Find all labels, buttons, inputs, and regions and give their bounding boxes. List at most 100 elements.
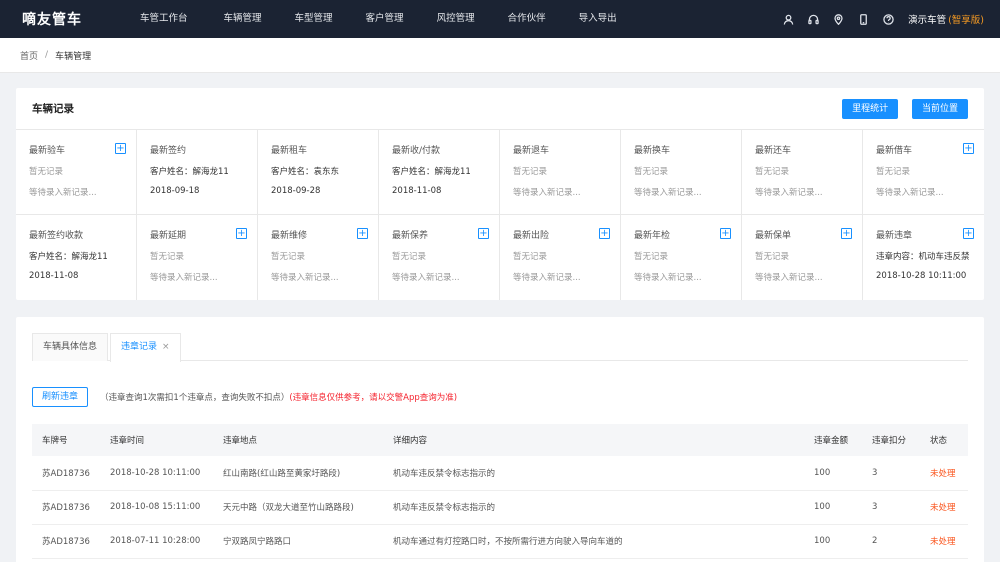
tab-vehicle-info[interactable]: 车辆具体信息 [32, 333, 109, 361]
add-record-icon[interactable]: + [115, 143, 126, 154]
table-cell: 宁双路凤宁路路口 [213, 524, 383, 559]
add-record-icon[interactable]: + [599, 228, 610, 239]
record-cell-title: 最新验车 [29, 146, 66, 156]
table-row[interactable]: 苏AD18736 2018-10-28 10:11:00 红山南路(红山路至黄家圩路… [32, 456, 968, 491]
record-cell-title: 最新换车 [634, 146, 671, 156]
vehicle-records-card: 车辆记录 里程统计 当前位置 最新验车 暂无记录 等待录入新记录... + 最新签约 客户… [16, 88, 984, 300]
record-cell-title: 最新保养 [392, 231, 429, 241]
mileage-stats-button[interactable]: 里程统计 [842, 98, 899, 119]
table-cell: 机动车违反禁令标志指示的 [383, 490, 804, 525]
nav-item-models[interactable]: 车型管理 [295, 0, 349, 38]
record-cell: 最新还车 暂无记录 等待录入新记录... [742, 130, 863, 215]
record-cell-line2: 等待录入新记录... [271, 273, 339, 283]
violation-toolbar: 刷新违章 （违章查询1次需扣1个违章点，查询失败不扣点）(违章信息仅供参考，请以… [32, 387, 968, 407]
record-cell: 最新保单 暂无记录 等待录入新记录... + [742, 215, 863, 300]
table-cell[interactable]: 未处理 [920, 490, 968, 525]
top-navbar: 嘀友管车 车管工作台 车辆管理 车型管理 客户管理 风控管理 合作伙伴 导入导出… [0, 0, 1000, 38]
detail-card: 车辆具体信息 违章记录 × 刷新违章 （违章查询1次需扣1个违章点，查询失败不扣点… [16, 317, 984, 562]
table-cell[interactable]: 未处理 [920, 524, 968, 559]
current-location-button[interactable]: 当前位置 [911, 98, 968, 119]
add-record-icon[interactable]: + [357, 228, 368, 239]
nav-item-import-export[interactable]: 导入导出 [579, 0, 633, 38]
tab-violations[interactable]: 违章记录 × [110, 333, 181, 362]
version-badge: (智享版) [948, 15, 984, 26]
record-cell-title: 最新延期 [150, 231, 187, 241]
add-record-icon[interactable]: + [963, 228, 974, 239]
record-cell-line1: 暂无记录 [755, 167, 790, 177]
nav-item-vehicles[interactable]: 车辆管理 [224, 0, 278, 38]
user-name: 演示车管 [908, 15, 947, 26]
table-cell: 苏AD18736 [32, 456, 100, 491]
record-cell-title: 最新保单 [755, 231, 792, 241]
record-cell: 最新年检暂无记录等待录入新记录... + [621, 215, 742, 300]
record-cell: 最新验车 暂无记录 等待录入新记录... + [16, 130, 137, 215]
add-record-icon[interactable]: + [841, 228, 852, 239]
table-cell: 机动车通过有灯控路口时，不按所需行进方向驶入导向车道的 [383, 524, 804, 559]
mobile-icon[interactable] [857, 13, 869, 25]
table-cell: 苏AD18736 [32, 490, 100, 525]
record-cell-line2: 等待录入新记录... [634, 273, 702, 283]
record-cell-line1: 暂无记录 [513, 252, 548, 262]
record-cell: 最新出险 暂无记录 等待录入新记录... + [500, 215, 621, 300]
help-icon[interactable] [882, 13, 894, 25]
record-cell-title: 最新借车 [876, 146, 913, 156]
col-status: 状态 [930, 436, 948, 446]
breadcrumb-separator: / [45, 50, 49, 60]
records-actions: 里程统计 当前位置 [831, 98, 968, 119]
table-cell: 100 [804, 524, 862, 559]
table-cell: 红山南路(红山路至黄家圩路段) [213, 456, 383, 491]
record-cell-title: 最新违章 [876, 231, 913, 241]
nav-item-partners[interactable]: 合作伙伴 [508, 0, 562, 38]
nav-item-risk[interactable]: 风控管理 [437, 0, 491, 38]
table-cell: 100 [804, 456, 862, 491]
close-icon[interactable]: × [162, 342, 170, 352]
refresh-violations-button[interactable]: 刷新违章 [32, 387, 89, 407]
add-record-icon[interactable]: + [478, 228, 489, 239]
record-cell: 最新违章 违章内容：机动车违反禁 2018-10-28 10:11:00 + [863, 215, 984, 300]
table-row[interactable]: 苏AD18736 2018-07-11 10:28:00 宁双路凤宁路路口 机动车通过… [32, 524, 968, 559]
records-header: 车辆记录 里程统计 当前位置 [16, 88, 984, 130]
table-cell: 3 [862, 456, 920, 491]
record-cell-line2: 等待录入新记录... [150, 273, 218, 283]
add-record-icon[interactable]: + [963, 143, 974, 154]
record-cell-line1: 暂无记录 [392, 252, 427, 262]
table-row[interactable]: 苏AD18736 2018-10-08 15:11:00 天元中路（双龙大道至竹山路… [32, 490, 968, 525]
record-cell: 最新签约 客户姓名：解海龙11 2018-09-18 [137, 130, 258, 215]
record-cell-title: 最新维修 [271, 231, 308, 241]
record-cell: 最新退车 暂无记录 等待录入新记录... [500, 130, 621, 215]
breadcrumb-home[interactable]: 首页 [20, 49, 38, 62]
record-cell: 最新换车 暂无记录 等待录入新记录... [621, 130, 742, 215]
record-cell-line2: 2018-11-08 [392, 186, 442, 196]
location-pin-icon[interactable] [832, 13, 844, 25]
record-cell-line2: 2018-09-28 [271, 186, 321, 196]
records-grid: 最新验车 暂无记录 等待录入新记录... + 最新签约 客户姓名：解海龙11 2018-09… [16, 130, 984, 300]
record-cell: 最新借车 暂无记录 等待录入新记录... + [863, 130, 984, 215]
add-record-icon[interactable]: + [720, 228, 731, 239]
record-cell-line1: 客户姓名：袁东东 [271, 167, 340, 177]
record-cell-line2: 2018-10-28 10:11:00 [876, 271, 967, 281]
record-cell-line1: 暂无记录 [634, 252, 669, 262]
record-cell-title: 最新年检 [634, 231, 671, 241]
record-cell-title: 最新出险 [513, 231, 550, 241]
headset-icon[interactable] [807, 13, 819, 25]
add-record-icon[interactable]: + [236, 228, 247, 239]
table-cell: 100 [804, 490, 862, 525]
reference-warning: (违章信息仅供参考，请以交警App查询为准) [289, 393, 458, 403]
record-cell-title: 最新收/付款 [392, 146, 441, 156]
record-cell-line2: 等待录入新记录... [755, 273, 823, 283]
nav-item-customers[interactable]: 客户管理 [366, 0, 420, 38]
col-plate: 车牌号 [42, 436, 68, 446]
record-cell: 最新保养 暂无记录 等待录入新记录... + [379, 215, 500, 300]
query-note: （违章查询1次需扣1个违章点，查询失败不扣点）(违章信息仅供参考，请以交警App… [100, 391, 457, 403]
record-cell-line2: 等待录入新记录... [513, 188, 581, 198]
col-detail: 详细内容 [393, 436, 428, 446]
nav-item-dashboard[interactable]: 车管工作台 [140, 0, 204, 38]
user-icon[interactable] [782, 13, 794, 25]
table-cell[interactable]: 未处理 [920, 456, 968, 491]
user-menu[interactable]: 演示车管 (智享版) [908, 12, 984, 26]
table-header-row: 车牌号 违章时间 违章地点 详细内容 违章金额 违章扣分 状态 [32, 424, 968, 456]
record-cell-line2: 等待录入新记录... [29, 188, 97, 198]
brand-logo[interactable]: 嘀友管车 [0, 9, 120, 29]
record-cell-line1: 暂无记录 [634, 167, 669, 177]
record-cell-title: 最新退车 [513, 146, 550, 156]
